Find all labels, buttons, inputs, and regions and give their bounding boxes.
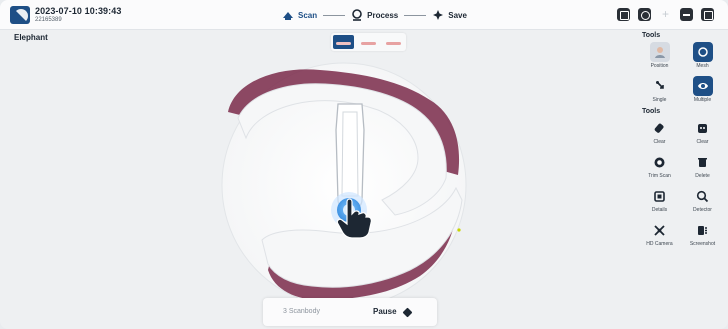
- scan-button-glow: [331, 192, 367, 228]
- tools-section-title: Tools: [642, 32, 661, 39]
- hand-pointer-icon: [336, 198, 372, 239]
- scan-control-bar: 3 Scanbody Pause: [263, 298, 437, 326]
- tools-grid-2: Clear Clear Trim Scan Delete Details Det…: [640, 118, 722, 250]
- tool-label: Trim Scan: [648, 173, 671, 179]
- single-icon: [650, 76, 670, 96]
- scanner-app: 2023-07-10 10:39:43 22165389 Scan Proces…: [0, 0, 728, 329]
- record-icon[interactable]: [638, 8, 651, 21]
- scan-icon: [283, 12, 293, 20]
- step-process[interactable]: Process: [351, 9, 398, 21]
- scanner-wand-inner: [341, 111, 359, 197]
- scan-button: [337, 198, 361, 222]
- tool-label: HD Camera: [646, 241, 673, 247]
- lower-gingiva: [268, 218, 455, 301]
- tool-label: Single: [652, 97, 667, 103]
- mesh-icon: [692, 42, 713, 62]
- tool-label: Clear: [653, 139, 666, 145]
- top-bar: 2023-07-10 10:39:43 22165389 Scan Proces…: [0, 0, 728, 30]
- step-save[interactable]: Save: [432, 9, 467, 21]
- tool-label: Detector: [693, 207, 712, 213]
- tool-clear-2[interactable]: Clear: [683, 118, 722, 148]
- delete-icon: [693, 152, 713, 172]
- tool-label: Multiple: [693, 97, 712, 103]
- position-photo-icon: [649, 42, 670, 62]
- minimize-icon[interactable]: [680, 8, 693, 21]
- tools-section-title: Tools: [642, 108, 661, 115]
- tool-details[interactable]: Details: [640, 186, 679, 216]
- step-save-label: Save: [448, 10, 467, 20]
- app-logo: [10, 6, 30, 24]
- detector-icon: [693, 186, 713, 206]
- hd-camera-icon: [650, 220, 670, 240]
- tool-single[interactable]: Single: [640, 76, 679, 106]
- upper-gingiva: [228, 69, 460, 175]
- view-mode-2[interactable]: [358, 35, 379, 49]
- details-icon: [650, 186, 670, 206]
- tool-label: Delete: [695, 173, 710, 179]
- step-separator: [323, 14, 346, 16]
- step-process-label: Process: [367, 10, 399, 20]
- tool-label: Mesh: [696, 63, 709, 69]
- patient-name: Elephant: [14, 33, 48, 42]
- tools-panel: Tools Position Mesh Single Multiple Tool…: [640, 30, 722, 250]
- upper-arch-teeth: [237, 83, 447, 216]
- eraser-icon: [650, 118, 670, 138]
- workflow-steps: Scan Process Save: [282, 8, 467, 22]
- session-id: 22165389: [35, 17, 62, 23]
- view-mode-selector: [331, 33, 406, 51]
- step-scan[interactable]: Scan: [282, 9, 317, 21]
- window-icon[interactable]: [617, 8, 630, 21]
- pause-icon[interactable]: [402, 307, 413, 318]
- view-mode-3[interactable]: [383, 35, 404, 49]
- tool-position[interactable]: Position: [640, 42, 679, 72]
- lower-arch-teeth: [261, 186, 463, 288]
- view-mode-1[interactable]: [333, 35, 354, 49]
- screenshot-icon: [693, 220, 713, 240]
- tool-detector[interactable]: Detector: [683, 186, 722, 216]
- scan-datetime: 2023-07-10 10:39:43: [35, 6, 122, 16]
- tool-label: Clear: [696, 139, 709, 145]
- close-icon[interactable]: [701, 8, 714, 21]
- step-scan-label: Scan: [298, 10, 318, 20]
- tool-multiple[interactable]: Multiple: [683, 76, 722, 106]
- multiple-icon: [692, 76, 713, 96]
- tool-trim-scan[interactable]: Trim Scan: [640, 152, 679, 182]
- scan-focus-circle: [221, 62, 467, 308]
- tool-label: Details: [651, 207, 668, 213]
- tools-grid-1: Position Mesh Single Multiple: [640, 42, 722, 106]
- clear-face-icon: [693, 118, 713, 138]
- plus-icon[interactable]: +: [659, 8, 672, 21]
- tool-delete[interactable]: Delete: [683, 152, 722, 182]
- scanbody-button[interactable]: 3 Scanbody: [283, 308, 320, 315]
- trim-scan-icon: [650, 152, 670, 172]
- tool-label: Position: [650, 63, 669, 69]
- tool-clear[interactable]: Clear: [640, 118, 679, 148]
- window-controls: +: [617, 8, 714, 21]
- tool-hd-camera[interactable]: HD Camera: [640, 220, 679, 250]
- process-icon: [352, 9, 362, 21]
- tool-screenshot[interactable]: Screenshot: [683, 220, 722, 250]
- save-icon: [433, 10, 444, 20]
- tool-mesh[interactable]: Mesh: [683, 42, 722, 72]
- tool-label: Screenshot: [689, 241, 716, 247]
- scanner-wand: [335, 103, 365, 211]
- scan-marker: [457, 228, 461, 232]
- step-separator: [404, 14, 427, 16]
- pause-button[interactable]: Pause: [373, 307, 397, 316]
